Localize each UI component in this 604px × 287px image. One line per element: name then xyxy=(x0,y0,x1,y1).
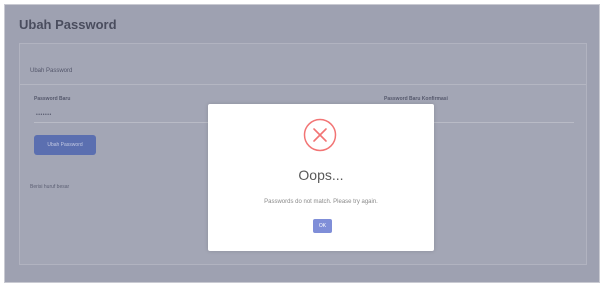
save-password-button[interactable]: Ubah Password xyxy=(34,135,96,155)
ok-button[interactable]: OK xyxy=(313,219,332,233)
error-dialog: Oops... Passwords do not match. Please t… xyxy=(208,104,434,251)
card-title: Ubah Password xyxy=(30,68,73,74)
new-password-input[interactable]: ••••••• xyxy=(36,112,52,118)
new-password-label: Password Baru xyxy=(34,96,71,102)
dialog-title: Oops... xyxy=(298,167,344,183)
page-title: Ubah Password xyxy=(19,17,117,32)
error-x-icon xyxy=(303,118,337,152)
new-password-underline xyxy=(34,122,216,123)
confirm-password-label: Password Baru Konfirmasi xyxy=(384,96,448,102)
password-hint: Berisi huruf besar xyxy=(30,184,70,190)
dialog-message: Passwords do not match. Please try again… xyxy=(264,199,378,205)
divider xyxy=(20,84,586,85)
